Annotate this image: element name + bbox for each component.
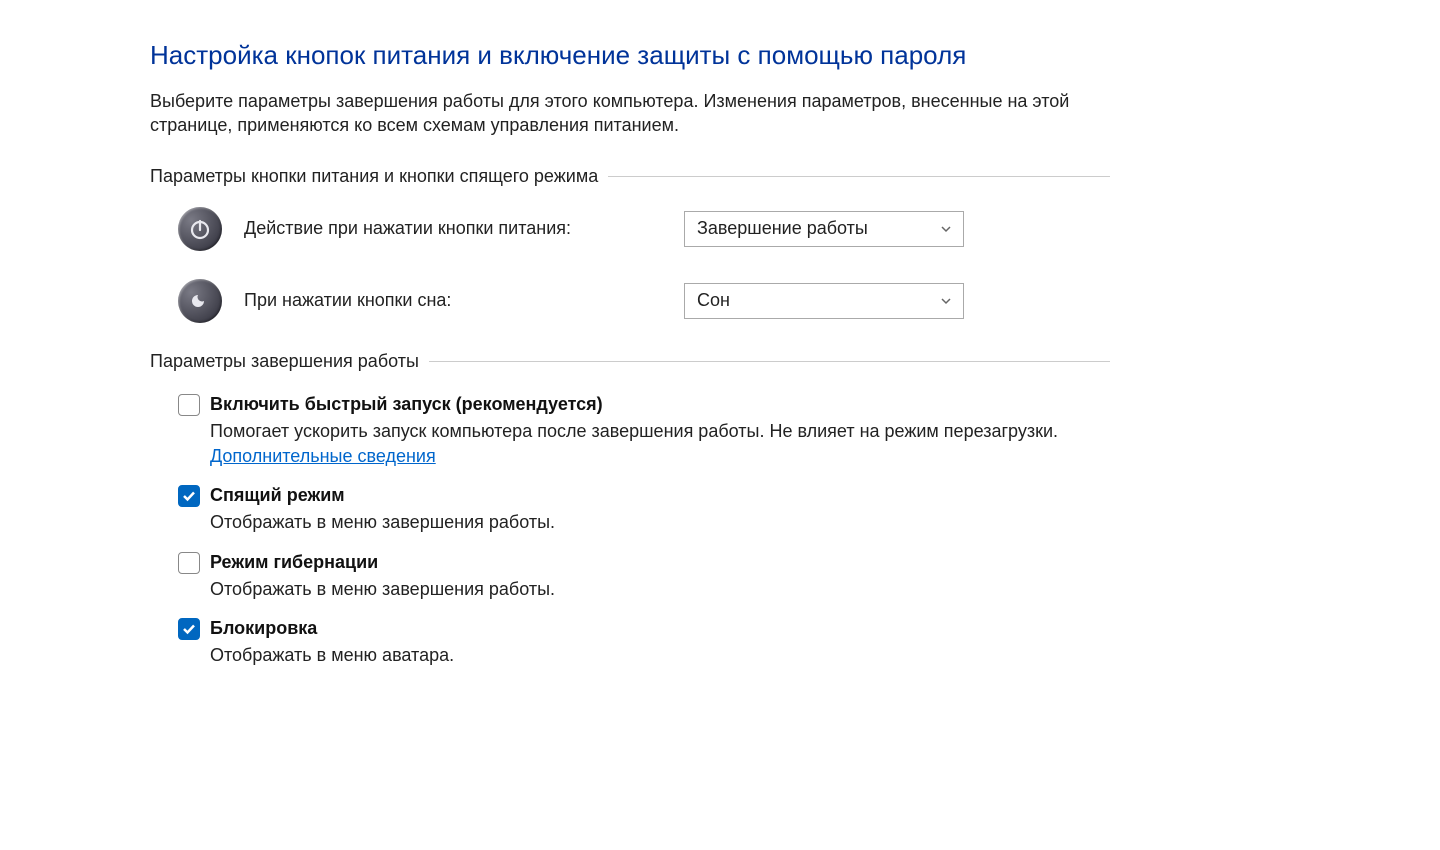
power-button-row: Действие при нажатии кнопки питания: Зав… [150, 207, 1440, 251]
chevron-down-icon [939, 222, 953, 236]
checkbox-desc: Отображать в меню завершения работы. [210, 577, 1110, 602]
power-button-dropdown[interactable]: Завершение работы [684, 211, 964, 247]
checkbox-lock: Блокировка Отображать в меню аватара. [150, 616, 1110, 668]
section-power-buttons: Параметры кнопки питания и кнопки спящег… [150, 166, 1440, 323]
checkbox-content: Блокировка Отображать в меню аватара. [210, 616, 1110, 668]
page-title: Настройка кнопок питания и включение защ… [150, 40, 1440, 71]
checkbox-desc: Отображать в меню завершения работы. [210, 510, 1110, 535]
section-header: Параметры завершения работы [150, 351, 1110, 372]
checkbox-label: Спящий режим [210, 483, 1110, 508]
more-info-link[interactable]: Дополнительные сведения [210, 446, 436, 466]
sleep-button-dropdown[interactable]: Сон [684, 283, 964, 319]
section-header: Параметры кнопки питания и кнопки спящег… [150, 166, 1110, 187]
checkbox[interactable] [178, 618, 200, 640]
checkbox-sleep-mode: Спящий режим Отображать в меню завершени… [150, 483, 1110, 535]
checkbox-desc: Отображать в меню аватара. [210, 643, 1110, 668]
checkbox-content: Включить быстрый запуск (рекомендуется) … [210, 392, 1110, 470]
sleep-button-row: При нажатии кнопки сна: Сон [150, 279, 1440, 323]
divider [429, 361, 1110, 362]
sleep-icon [178, 279, 222, 323]
checkbox-fast-startup: Включить быстрый запуск (рекомендуется) … [150, 392, 1110, 470]
sleep-button-label: При нажатии кнопки сна: [244, 290, 684, 311]
page-description: Выберите параметры завершения работы для… [150, 89, 1110, 138]
section-shutdown-settings: Параметры завершения работы Включить быс… [150, 351, 1440, 669]
desc-text: Помогает ускорить запуск компьютера посл… [210, 421, 1058, 441]
dropdown-value: Сон [697, 290, 730, 311]
checkbox[interactable] [178, 485, 200, 507]
checkbox-content: Спящий режим Отображать в меню завершени… [210, 483, 1110, 535]
checkbox-label: Блокировка [210, 616, 1110, 641]
checkbox[interactable] [178, 552, 200, 574]
checkbox-hibernation: Режим гибернации Отображать в меню завер… [150, 550, 1110, 602]
dropdown-value: Завершение работы [697, 218, 868, 239]
checkbox-desc: Помогает ускорить запуск компьютера посл… [210, 419, 1110, 469]
divider [608, 176, 1110, 177]
checkbox-label: Включить быстрый запуск (рекомендуется) [210, 392, 1110, 417]
checkbox-label: Режим гибернации [210, 550, 1110, 575]
checkbox[interactable] [178, 394, 200, 416]
section-title: Параметры завершения работы [150, 351, 429, 372]
chevron-down-icon [939, 294, 953, 308]
section-title: Параметры кнопки питания и кнопки спящег… [150, 166, 608, 187]
checkbox-content: Режим гибернации Отображать в меню завер… [210, 550, 1110, 602]
power-button-label: Действие при нажатии кнопки питания: [244, 218, 684, 239]
power-icon [178, 207, 222, 251]
